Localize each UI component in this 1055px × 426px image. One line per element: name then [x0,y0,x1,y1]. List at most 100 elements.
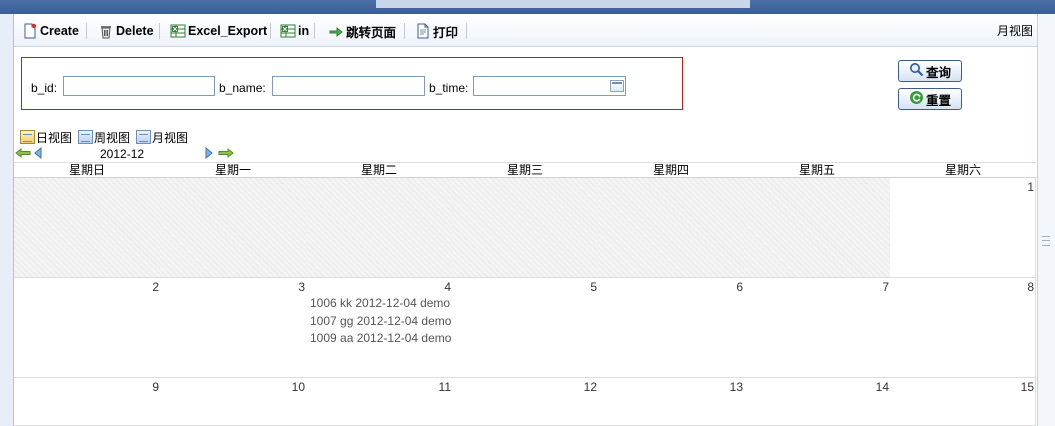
delete-button[interactable]: Delete [98,21,154,41]
day-number: 8 [1027,280,1034,294]
reset-button[interactable]: 重置 [898,88,962,110]
new-document-icon [22,23,38,39]
calendar-event[interactable]: 1006 kk 2012-12-04 demo [310,296,452,310]
day-number: 3 [298,280,305,294]
toolbar-separator [466,23,467,39]
current-month-label: 2012-12 [100,147,145,161]
weekday-saturday: 星期六 [944,163,981,177]
day-view-label: 日视图 [36,130,73,145]
b-name-input[interactable] [272,76,425,96]
toolbar-separator [270,23,271,39]
day-cell[interactable]: 4 1006 kk 2012-12-04 demo 1007 gg 2012-1… [306,278,453,378]
day-view-icon [20,130,35,144]
arrow-right-icon [328,23,344,39]
day-cell[interactable]: 3 [160,278,307,378]
toolbar-separator [86,23,87,39]
day-number: 7 [882,280,889,294]
day-number: 4 [444,280,451,294]
create-button[interactable]: Create [22,21,79,41]
day-cell[interactable]: 15 [890,378,1036,426]
day-cell[interactable]: 11 [306,378,453,426]
weekday-tuesday: 星期二 [360,163,397,177]
jump-page-label: 跳转页面 [346,25,397,40]
excel-export-label: Excel_Export [188,24,268,38]
day-number: 1 [1027,180,1034,194]
search-panel: b_id: b_name: b_time: [21,57,683,110]
day-number: 6 [736,280,743,294]
day-number: 12 [583,380,597,394]
search-icon [909,62,924,80]
weekday-sunday: 星期日 [68,163,105,177]
create-label: Create [40,24,79,38]
b-time-label: b_time: [429,81,469,95]
day-cell[interactable] [14,178,161,278]
day-number: 15 [1020,380,1034,394]
b-time-input[interactable] [473,76,626,96]
day-cell[interactable]: 5 [452,278,599,378]
day-cell[interactable]: 6 [598,278,745,378]
jump-page-button[interactable]: 跳转页面 [328,21,396,41]
day-number: 14 [875,380,889,394]
weekday-monday: 星期一 [214,163,251,177]
import-button[interactable]: in [280,21,309,41]
weekday-thursday: 星期四 [652,163,689,177]
next-month-icon[interactable] [205,146,213,162]
delete-label: Delete [116,24,154,38]
import-icon [280,23,296,39]
day-number: 5 [590,280,597,294]
refresh-icon [909,90,924,108]
b-id-label: b_id: [31,81,58,95]
month-view-icon [136,130,151,144]
day-number: 9 [152,380,159,394]
day-cell[interactable]: 7 [744,278,891,378]
day-number: 2 [152,280,159,294]
day-number: 10 [291,380,305,394]
week-view-label: 周视图 [94,130,131,145]
current-view-label: 月视图 [996,24,1033,38]
print-label: 打印 [433,25,459,40]
weekday-wednesday: 星期三 [506,163,543,177]
day-cell[interactable]: 13 [598,378,745,426]
day-cell[interactable]: 1 [890,178,1036,278]
excel-icon [170,23,186,39]
b-id-input[interactable] [63,76,215,96]
day-view-button[interactable]: 日视图 [20,129,72,145]
scrollbar-grip[interactable] [1042,236,1050,246]
toolbar: Create Delete Excel_Export in 跳转页面 打印 月视… [14,14,1037,47]
day-cell[interactable]: 2 [14,278,161,378]
calendar-picker-icon[interactable] [610,80,624,92]
day-cell[interactable]: 10 [160,378,307,426]
left-panel-edge [0,14,14,426]
week-view-button[interactable]: 周视图 [78,129,130,145]
day-cell[interactable]: 9 [14,378,161,426]
day-cell[interactable]: 8 [890,278,1036,378]
day-cell[interactable]: 14 [744,378,891,426]
day-number: 13 [729,380,743,394]
excel-export-button[interactable]: Excel_Export [170,21,267,41]
print-document-icon [415,23,431,39]
next-year-icon[interactable] [218,147,234,162]
day-cell[interactable] [306,178,453,278]
toolbar-separator [404,23,405,39]
import-label: in [298,24,310,38]
window-title-strip [0,0,1055,14]
day-cell[interactable] [744,178,891,278]
toolbar-separator [314,23,315,39]
day-cell[interactable] [160,178,307,278]
month-view-button[interactable]: 月视图 [136,129,188,145]
vertical-scrollbar[interactable] [1037,14,1055,426]
prev-month-icon[interactable] [34,146,42,162]
query-label: 查询 [925,65,951,80]
calendar-event[interactable]: 1007 gg 2012-12-04 demo [310,314,452,328]
day-cell[interactable] [598,178,745,278]
toolbar-separator [159,23,160,39]
prev-year-icon[interactable] [15,147,31,162]
day-cell[interactable]: 12 [452,378,599,426]
print-button[interactable]: 打印 [415,21,458,41]
weekday-header: 星期日 星期一 星期二 星期三 星期四 星期五 星期六 [14,162,1036,178]
window-tab [376,0,750,8]
day-cell[interactable] [452,178,599,278]
calendar-event[interactable]: 1009 aa 2012-12-04 demo [310,331,452,345]
query-button[interactable]: 查询 [898,60,962,82]
b-name-label: b_name: [219,81,266,95]
